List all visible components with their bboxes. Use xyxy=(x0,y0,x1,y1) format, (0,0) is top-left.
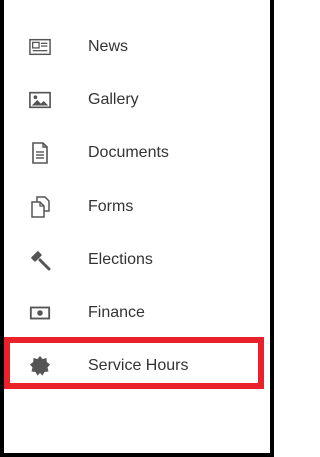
menu-item-finance[interactable]: Finance xyxy=(4,286,270,339)
menu-item-documents[interactable]: Documents xyxy=(4,127,270,180)
menu-item-news[interactable]: News xyxy=(4,20,270,73)
menu-item-label: Finance xyxy=(88,304,145,322)
highlight-box xyxy=(4,337,264,389)
menu-item-label: Elections xyxy=(88,250,153,268)
frame-right-border xyxy=(270,0,274,457)
frame-bottom-border xyxy=(0,453,274,457)
document-icon xyxy=(29,142,51,165)
menu-item-label: Documents xyxy=(88,144,169,162)
menu-item-forms[interactable]: Forms xyxy=(4,180,270,233)
menu-item-label: Forms xyxy=(88,197,134,215)
menu-item-label: News xyxy=(88,37,129,55)
menu-item-label: Gallery xyxy=(88,90,139,108)
forms-icon xyxy=(29,195,51,218)
money-icon xyxy=(29,302,51,324)
newspaper-icon xyxy=(29,36,51,58)
sidebar-menu-panel: News Gallery Documents Forms Elections F… xyxy=(0,0,274,457)
gavel-icon xyxy=(29,249,51,271)
menu-item-elections[interactable]: Elections xyxy=(4,233,270,286)
image-icon xyxy=(29,89,51,111)
menu-item-gallery[interactable]: Gallery xyxy=(4,73,270,126)
